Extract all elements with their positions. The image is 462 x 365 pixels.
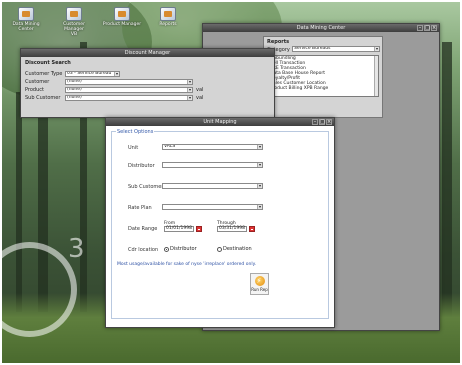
- through-date-value: 03/31/1998: [219, 226, 245, 231]
- dialog-body: Select Options Unit VALS ▾ Distributor ▾…: [106, 126, 334, 327]
- chevron-down-icon: ▾: [187, 79, 192, 84]
- run-report-button[interactable]: Run Rep: [250, 273, 269, 295]
- chevron-down-icon: ▾: [187, 87, 192, 92]
- reports-heading: Reports: [267, 39, 290, 45]
- category-value: Service Bureaus: [294, 46, 331, 51]
- through-date-input[interactable]: 03/31/1998: [217, 226, 247, 232]
- field-label: Customer Type: [25, 71, 63, 77]
- desktop-icon-customer-manager[interactable]: Customer Manager VB: [54, 7, 94, 37]
- customer-type-select[interactable]: 03 - Service Bureau ▾: [65, 71, 120, 77]
- product-select[interactable]: (none) ▾: [65, 87, 193, 93]
- close-icon[interactable]: ×: [326, 119, 332, 125]
- sub-customer-row: Sub Customer (none) ▾ val: [25, 95, 203, 101]
- side-label: val: [196, 87, 204, 93]
- reports-icon: [160, 7, 176, 21]
- discount-search-heading: Discount Search: [25, 60, 71, 66]
- minimize-icon[interactable]: –: [417, 25, 423, 31]
- desktop-icon-label: Data Mining Center: [12, 22, 40, 32]
- radio-selected-icon: [164, 246, 169, 252]
- calendar-icon[interactable]: [249, 226, 255, 232]
- maximize-icon[interactable]: □: [424, 25, 430, 31]
- select-options-legend: Select Options: [116, 129, 155, 135]
- close-icon[interactable]: ×: [431, 25, 437, 31]
- unit-value: VALS: [164, 144, 176, 149]
- distributor-label: Distributor: [128, 163, 155, 169]
- chevron-down-icon: ▾: [187, 95, 192, 100]
- chevron-down-icon: ▾: [257, 183, 262, 188]
- maximize-icon[interactable]: □: [319, 119, 325, 125]
- chevron-down-icon: ▾: [374, 46, 379, 51]
- field-label: Customer: [25, 79, 50, 85]
- date-range-label: Date Range: [128, 226, 158, 232]
- field-value: (none): [67, 79, 82, 84]
- from-date-value: 01/01/1998: [166, 226, 192, 231]
- field-value: (none): [67, 87, 82, 92]
- discount-manager-window: Discount Manager Discount Search Custome…: [20, 48, 275, 118]
- reports-panel: Reports Category Service Bureaus ▾ Unbun…: [263, 36, 383, 118]
- customer-row: Customer (none) ▾: [25, 79, 193, 85]
- data-mining-icon: [18, 7, 34, 21]
- desktop-icon-label: Reports: [159, 22, 177, 27]
- radio-label: Distributor: [170, 246, 197, 252]
- window-title: Discount Manager: [124, 50, 171, 56]
- radio-destination[interactable]: Destination: [217, 246, 252, 252]
- run-icon: [254, 276, 265, 286]
- field-value: (none): [67, 95, 82, 100]
- reports-scrollbar[interactable]: [374, 56, 378, 96]
- sub-customer-select[interactable]: (none) ▾: [65, 95, 193, 101]
- rate-plan-label: Rate Plan: [128, 205, 152, 211]
- chevron-down-icon: ▾: [257, 162, 262, 167]
- product-row: Product (none) ▾ val: [25, 87, 203, 93]
- window-title: Unit Mapping: [203, 119, 237, 125]
- radio-distributor[interactable]: Distributor: [164, 246, 197, 252]
- list-item[interactable]: Product Billing XPB Range: [268, 86, 378, 91]
- unit-select[interactable]: VALS ▾: [162, 144, 263, 150]
- unit-mapping-titlebar: Unit Mapping – □ ×: [106, 118, 334, 126]
- side-label: val: [196, 95, 204, 101]
- field-label: Product: [25, 87, 44, 93]
- calendar-icon[interactable]: [196, 226, 202, 232]
- discount-titlebar: Discount Manager: [21, 49, 274, 57]
- cdr-location-label: Cdr location: [128, 247, 159, 253]
- sub-customer-label: Sub Customer: [128, 184, 164, 190]
- desktop-background: 3 Data Mining Center Customer Manager VB…: [2, 2, 460, 363]
- sub-customer-select[interactable]: ▾: [162, 183, 263, 189]
- from-date-input[interactable]: 01/01/1998: [164, 226, 194, 232]
- customer-select[interactable]: (none) ▾: [65, 79, 193, 85]
- unit-label: Unit: [128, 145, 139, 151]
- desktop-icon-label: Product Manager: [102, 22, 142, 27]
- chevron-down-icon: ▾: [114, 71, 119, 76]
- desktop-icon-product-manager[interactable]: Product Manager: [102, 7, 142, 27]
- unit-mapping-dialog: Unit Mapping – □ × Select Options Unit V…: [105, 117, 335, 328]
- decorative-number: 3: [68, 234, 85, 264]
- data-mining-titlebar: Data Mining Center – □ ×: [203, 24, 439, 32]
- chevron-down-icon: ▾: [257, 204, 262, 209]
- radio-unselected-icon: [217, 246, 222, 252]
- product-manager-icon: [114, 7, 130, 21]
- field-label: Sub Customer: [25, 95, 61, 101]
- distributor-select[interactable]: ▾: [162, 162, 263, 168]
- desktop-icon-sublabel: VB: [70, 32, 78, 37]
- usage-note: Most usage/available for sake of nyse 'i…: [117, 262, 257, 267]
- chevron-down-icon: ▾: [257, 144, 262, 149]
- desktop-icon-label: Customer Manager: [63, 22, 85, 32]
- radio-label: Destination: [223, 246, 252, 252]
- rate-plan-select[interactable]: ▾: [162, 204, 263, 210]
- desktop-icon-data-mining[interactable]: Data Mining Center: [6, 7, 46, 32]
- customer-manager-icon: [66, 7, 82, 21]
- field-value: 03 - Service Bureau: [67, 71, 112, 76]
- customer-type-row: Customer Type 03 - Service Bureau ▾: [25, 71, 120, 77]
- minimize-icon[interactable]: –: [312, 119, 318, 125]
- desktop-icon-reports[interactable]: Reports: [148, 7, 188, 27]
- reports-list[interactable]: Unbundling NHI Transaction PRE Transacti…: [267, 55, 379, 97]
- run-report-label: Run Rep: [251, 287, 268, 292]
- category-select[interactable]: Service Bureaus ▾: [292, 46, 380, 52]
- window-title: Data Mining Center: [296, 25, 346, 31]
- discount-body: Discount Search Customer Type 03 - Servi…: [21, 57, 274, 117]
- select-options-fieldset: Select Options Unit VALS ▾ Distributor ▾…: [111, 129, 329, 319]
